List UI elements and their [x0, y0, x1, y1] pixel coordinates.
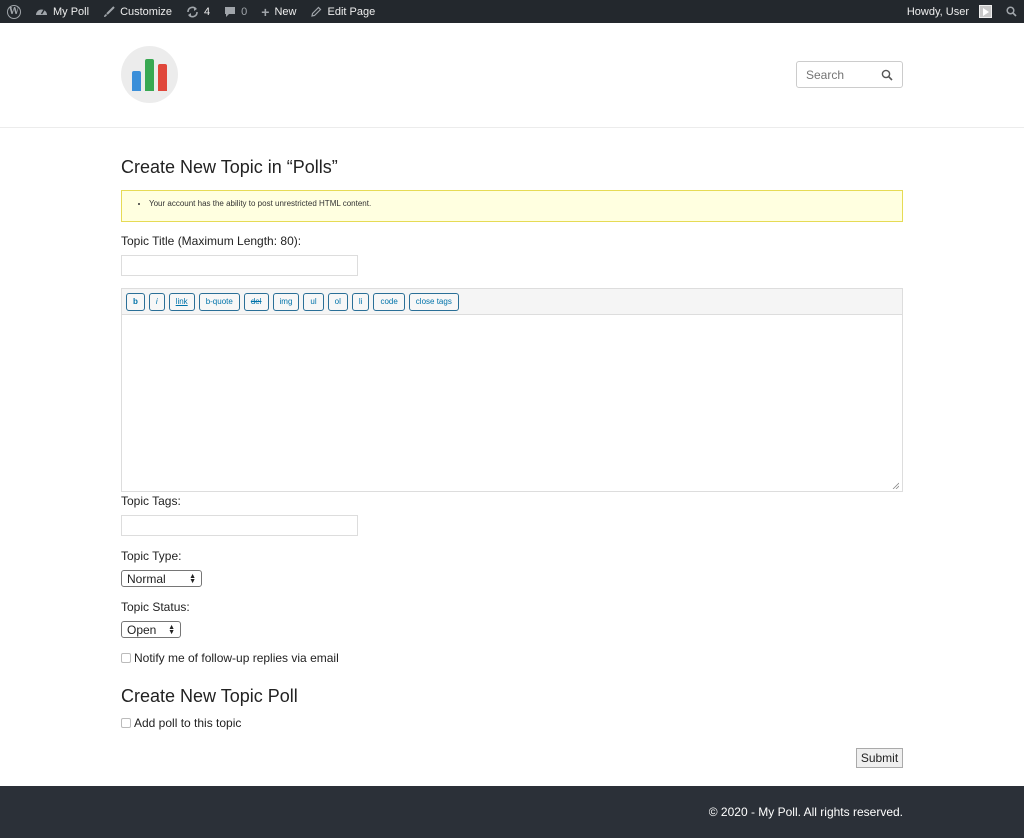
updates-link[interactable]: 4 — [179, 0, 217, 23]
select-arrows-icon: ▲ ▼ — [168, 624, 175, 636]
content-editor: b i link b-quote del img ul ol li code c… — [121, 288, 903, 492]
submit-button[interactable]: Submit — [856, 748, 903, 768]
content-textarea[interactable] — [122, 315, 902, 491]
new-label: New — [274, 5, 297, 18]
search-icon[interactable] — [881, 69, 893, 81]
site-header — [0, 23, 1024, 128]
ul-button[interactable]: ul — [303, 292, 324, 311]
edit-page-link[interactable]: Edit Page — [303, 0, 382, 23]
poll-section-title: Create New Topic Poll — [121, 686, 298, 706]
topic-status-value: Open — [127, 622, 157, 637]
li-button[interactable]: li — [351, 292, 370, 311]
resize-handle-icon[interactable] — [892, 482, 899, 489]
add-poll-label[interactable]: Add poll to this topic — [134, 716, 241, 730]
edit-page-label: Edit Page — [327, 5, 376, 18]
topic-status-label: Topic Status: — [121, 600, 190, 614]
topic-title-input[interactable] — [121, 255, 358, 276]
site-name-label: My Poll — [53, 5, 90, 18]
updates-icon — [186, 6, 199, 18]
admin-bar: W My Poll Customize 4 0 + New Edit Page — [0, 0, 1024, 23]
notify-label[interactable]: Notify me of follow-up replies via email — [134, 651, 339, 665]
comments-count: 0 — [241, 5, 248, 18]
notice-text: Your account has the ability to post unr… — [149, 199, 902, 208]
logo-bar-blue — [132, 71, 141, 91]
ol-button[interactable]: ol — [327, 292, 348, 311]
topic-type-select[interactable]: Normal ▲ ▼ — [121, 570, 202, 587]
plus-icon: + — [261, 3, 270, 20]
topic-status-select[interactable]: Open ▲ ▼ — [121, 621, 181, 638]
site-name-link[interactable]: My Poll — [28, 0, 96, 23]
add-poll-row: Add poll to this topic — [121, 716, 241, 730]
search-input[interactable] — [797, 62, 877, 87]
italic-button[interactable]: i — [148, 292, 165, 311]
close-tags-button[interactable]: close tags — [408, 292, 459, 311]
topic-tags-input[interactable] — [121, 515, 358, 536]
topic-title-label: Topic Title (Maximum Length: 80): — [121, 234, 302, 248]
customize-link[interactable]: Customize — [96, 0, 179, 23]
pencil-icon — [310, 6, 322, 18]
topic-type-value: Normal — [127, 571, 166, 586]
html-notice: Your account has the ability to post unr… — [121, 190, 903, 222]
quicktags-toolbar: b i link b-quote del img ul ol li code c… — [122, 289, 902, 315]
updates-count: 4 — [204, 5, 211, 18]
avatar — [979, 5, 992, 18]
topic-tags-label: Topic Tags: — [121, 494, 181, 508]
add-poll-checkbox[interactable] — [121, 718, 131, 728]
logo-bar-red — [158, 64, 167, 91]
copyright-text: © 2020 - My Poll. All rights reserved. — [708, 805, 903, 819]
account-menu[interactable]: Howdy, User — [900, 0, 999, 23]
del-button[interactable]: del — [243, 292, 269, 311]
topic-type-label: Topic Type: — [121, 549, 182, 563]
dashboard-icon — [35, 6, 48, 17]
site-logo[interactable] — [121, 46, 178, 103]
admin-search-button[interactable] — [999, 0, 1024, 23]
link-button[interactable]: link — [168, 292, 195, 311]
code-button[interactable]: code — [373, 292, 405, 311]
brush-icon — [103, 5, 115, 18]
notify-checkbox[interactable] — [121, 653, 131, 663]
new-content-link[interactable]: + New — [254, 0, 303, 23]
comments-link[interactable]: 0 — [217, 0, 254, 23]
site-footer: © 2020 - My Poll. All rights reserved. — [0, 786, 1024, 838]
notify-row: Notify me of follow-up replies via email — [121, 651, 339, 665]
page-title: Create New Topic in “Polls” — [121, 157, 338, 177]
comment-icon — [224, 6, 236, 18]
bold-button[interactable]: b — [126, 292, 145, 311]
search-box — [796, 61, 903, 88]
wordpress-logo-icon: W — [7, 4, 21, 19]
search-icon — [1006, 6, 1017, 17]
img-button[interactable]: img — [272, 292, 300, 311]
logo-bar-green — [145, 59, 154, 91]
customize-label: Customize — [120, 5, 173, 18]
howdy-label: Howdy, User — [906, 5, 969, 18]
wordpress-menu[interactable]: W — [0, 0, 28, 23]
blockquote-button[interactable]: b-quote — [198, 292, 240, 311]
select-arrows-icon: ▲ ▼ — [189, 573, 196, 585]
